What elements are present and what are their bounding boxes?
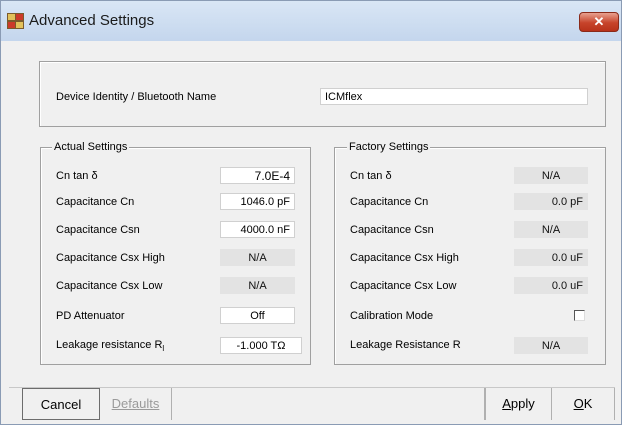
factory-capacitance-cn-value: 0.0 pF — [514, 193, 588, 210]
app-icon — [7, 13, 24, 29]
factory-csx-high-label: Capacitance Csx High — [350, 252, 459, 264]
factory-csx-high-value: 0.0 uF — [514, 249, 588, 266]
title-bar[interactable]: Advanced Settings ✕ — [1, 1, 621, 41]
button-bar: Cancel Defaults Apply OK — [9, 387, 615, 420]
factory-settings-legend: Factory Settings — [347, 141, 431, 153]
factory-csx-low-value: 0.0 uF — [514, 277, 588, 294]
defaults-label: Defaults — [111, 396, 160, 411]
leakage-label-text: Leakage resistance R — [56, 339, 163, 351]
window-title: Advanced Settings — [29, 12, 155, 29]
ok-label: OK — [573, 396, 593, 411]
actual-pd-attenuator-value[interactable]: Off — [220, 307, 295, 324]
actual-cn-tan-value: 7.0E-4 — [220, 167, 295, 184]
actual-leakage-resistance-value: -1.000 TΩ — [220, 337, 302, 354]
factory-leakage-resistance-value: N/A — [514, 337, 588, 354]
actual-csx-high-value: N/A — [220, 249, 295, 266]
close-button[interactable]: ✕ — [579, 12, 619, 32]
actual-cn-tan-label: Cn tan δ — [56, 170, 98, 182]
actual-leakage-resistance-label: Leakage resistance Rl — [56, 339, 164, 353]
factory-cn-tan-value: N/A — [514, 167, 588, 184]
actual-capacitance-csn-label: Capacitance Csn — [56, 224, 140, 236]
factory-capacitance-csn-value: N/A — [514, 221, 588, 238]
actual-pd-attenuator-label: PD Attenuator — [56, 310, 125, 322]
identity-label: Device Identity / Bluetooth Name — [56, 91, 217, 103]
calibration-mode-checkbox[interactable] — [574, 310, 585, 321]
apply-button[interactable]: Apply — [485, 388, 552, 420]
apply-label: Apply — [502, 396, 535, 411]
advanced-settings-window: Advanced Settings ✕ Device Identity / Bl… — [0, 0, 622, 425]
actual-csx-low-label: Capacitance Csx Low — [56, 280, 163, 292]
actual-csx-low-value: N/A — [220, 277, 295, 294]
actual-capacitance-cn-value: 1046.0 pF — [220, 193, 295, 210]
cancel-button[interactable]: Cancel — [22, 388, 100, 420]
actual-csx-high-label: Capacitance Csx High — [56, 252, 165, 264]
button-spacer — [172, 388, 485, 420]
calibration-mode-label: Calibration Mode — [350, 310, 434, 322]
defaults-button[interactable]: Defaults — [100, 388, 172, 420]
factory-capacitance-cn-label: Capacitance Cn — [350, 196, 429, 208]
bluetooth-name-input[interactable]: ICMflex — [320, 88, 588, 105]
leakage-label-subscript: l — [162, 344, 165, 354]
factory-capacitance-csn-label: Capacitance Csn — [350, 224, 434, 236]
ok-button[interactable]: OK — [552, 388, 615, 420]
actual-capacitance-csn-value: 4000.0 nF — [220, 221, 295, 238]
actual-capacitance-cn-label: Capacitance Cn — [56, 196, 135, 208]
factory-csx-low-label: Capacitance Csx Low — [350, 280, 457, 292]
dialog-content: Device Identity / Bluetooth Name ICMflex… — [9, 41, 615, 420]
factory-leakage-resistance-label: Leakage Resistance R — [350, 339, 461, 351]
close-icon: ✕ — [593, 14, 605, 29]
factory-cn-tan-label: Cn tan δ — [350, 170, 392, 182]
actual-settings-legend: Actual Settings — [52, 141, 130, 153]
